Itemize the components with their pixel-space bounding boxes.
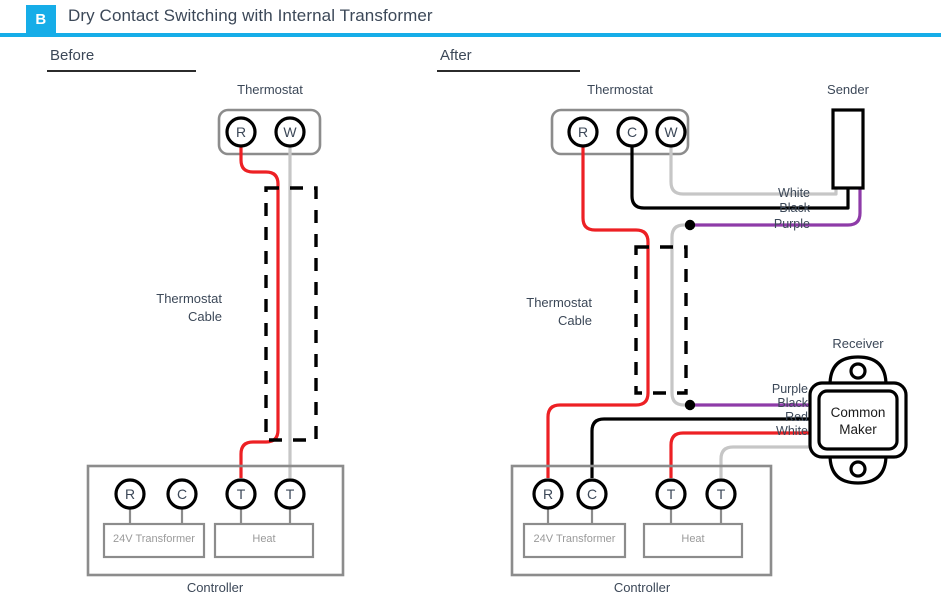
sender-label: Sender	[827, 82, 869, 97]
sender-module	[831, 108, 865, 190]
receiver-hole-bottom	[849, 460, 867, 478]
receiver-wire-label-red: Red	[785, 410, 808, 424]
after-controller-terminal-t1-label: T	[666, 486, 676, 502]
sender-wire-label-white: White	[778, 186, 810, 200]
after-block-transformer-label: 24V Transformer	[533, 533, 616, 545]
after-thermostat-label: Thermostat	[587, 82, 653, 97]
junction-dot-upper	[684, 219, 696, 231]
sender-wire-label-black: Black	[779, 201, 810, 215]
before-thermostat-label: Thermostat	[237, 82, 303, 97]
after-controller-label: Controller	[613, 580, 671, 595]
after-wire-red-controller	[669, 431, 812, 478]
receiver-module-label-line2: Maker	[839, 422, 877, 437]
before-thermostat-terminal-r-label: R	[235, 124, 247, 140]
after-wire-white-controller	[719, 445, 812, 478]
after-thermostat-terminal-w-label: W	[664, 124, 678, 140]
after-cable-label-line2: Cable	[558, 313, 592, 328]
before-thermostat-terminal-w-label: W	[283, 124, 297, 140]
after-block-heat-label: Heat	[681, 533, 705, 545]
receiver-label: Receiver	[832, 336, 884, 351]
before-controller-label: Controller	[186, 580, 244, 595]
after-cable-dashed-box	[634, 245, 688, 395]
receiver-wire-label-purple: Purple	[771, 382, 808, 396]
receiver-module-label-line1: Common	[830, 405, 886, 420]
after-controller-terminal-c-label: C	[586, 486, 598, 502]
receiver-wire-label-black: Black	[777, 396, 808, 410]
before-cable-label-line2: Cable	[188, 309, 222, 324]
after-thermostat-terminal-c-label: C	[626, 124, 638, 140]
before-cable-label-line1: Thermostat	[156, 291, 222, 306]
receiver-wire-label-white: White	[776, 424, 808, 438]
sender-wire-label-purple: Purple	[773, 217, 810, 231]
before-controller-terminal-t2-label: T	[285, 486, 295, 502]
before-block-heat-label: Heat	[252, 533, 276, 545]
before-controller-terminal-c-label: C	[176, 486, 188, 502]
receiver-hole-top	[849, 362, 867, 380]
before-block-transformer-label: 24V Transformer	[113, 533, 195, 545]
after-controller-terminal-r-label: R	[542, 486, 554, 502]
before-wire-red	[239, 140, 280, 478]
after-controller-terminal-t2-label: T	[716, 486, 726, 502]
before-controller-terminal-r-label: R	[124, 486, 136, 502]
after-cable-label-line1: Thermostat	[526, 295, 592, 310]
after-thermostat-terminal-r-label: R	[577, 124, 589, 140]
before-controller-terminal-t1-label: T	[236, 486, 246, 502]
